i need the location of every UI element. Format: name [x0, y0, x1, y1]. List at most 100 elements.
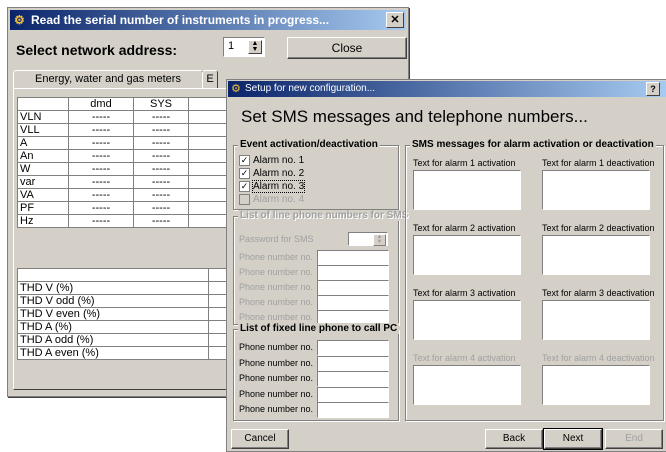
phone-number-label: Phone number no.: [239, 373, 314, 383]
checkbox-icon[interactable]: ✓: [239, 181, 250, 192]
dmd-cell: -----: [68, 123, 134, 137]
alarm-label: Alarm no. 3: [251, 180, 306, 194]
phone-number-field[interactable]: [317, 371, 389, 387]
sms-password-spinner[interactable]: 1 ▲▼: [348, 232, 388, 246]
fixed-phone-group-title: List of fixed line phone to call PC: [238, 323, 400, 334]
alarm-4-deactivation-label: Text for alarm 4 deactivation: [542, 353, 655, 363]
page-title: Set SMS messages and telephone numbers..…: [241, 107, 588, 126]
event-group-title: Event activation/deactivation: [238, 139, 380, 150]
alarm-checkbox-4[interactable]: Alarm no. 4: [239, 194, 304, 205]
back-button[interactable]: Back: [485, 429, 543, 449]
dmd-cell: -----: [68, 110, 134, 124]
setup-titlebar[interactable]: ⚙ Setup for new configuration... ?: [228, 81, 666, 97]
alarm-3-deactivation-text[interactable]: [542, 300, 650, 340]
phone-number-label: Phone number no.: [239, 342, 314, 352]
serial-read-title: Read the serial number of instruments in…: [31, 13, 330, 27]
checkbox-icon[interactable]: ✓: [239, 155, 250, 166]
event-group: Event activation/deactivation ✓ Alarm no.…: [233, 139, 399, 210]
setup-window: ⚙ Setup for new configuration... ? Set S…: [226, 79, 666, 452]
spin-arrows-icon[interactable]: ▲ ▼: [248, 40, 262, 54]
sys-cell: -----: [133, 188, 189, 202]
phone-number-field[interactable]: [317, 340, 389, 356]
alarm-3-deactivation-label: Text for alarm 3 deactivation: [542, 288, 655, 298]
sys-cell: -----: [133, 110, 189, 124]
thd-label-cell: THD V odd (%): [17, 294, 209, 308]
sys-cell: -----: [133, 149, 189, 163]
table-header-cell: [17, 97, 69, 111]
alarm-label: Alarm no. 2: [253, 168, 305, 180]
dmd-cell: -----: [68, 149, 134, 163]
dmd-cell: -----: [68, 214, 134, 228]
alarm-1-deactivation-label: Text for alarm 1 deactivation: [542, 158, 655, 168]
cancel-button[interactable]: Cancel: [231, 429, 289, 449]
sys-cell: -----: [133, 123, 189, 137]
line-phone-group: List of line phone numbers for SMS Passw…: [233, 210, 411, 326]
alarm-2-activation-label: Text for alarm 2 activation: [413, 223, 516, 233]
close-icon[interactable]: ✕: [386, 12, 404, 28]
address-value: 1: [228, 40, 235, 52]
tab-energy-meters[interactable]: Energy, water and gas meters: [13, 70, 203, 89]
setup-icon: ⚙: [231, 83, 241, 95]
alarm-label: Alarm no. 1: [253, 155, 305, 167]
next-button[interactable]: Next: [543, 428, 603, 450]
thd-label-cell: THD A odd (%): [17, 333, 209, 347]
alarm-label: Alarm no. 4: [253, 194, 305, 206]
table-header-cell: dmd: [68, 97, 134, 111]
row-label-cell: A: [17, 136, 69, 150]
sms-messages-group: SMS messages for alarm activation or dea…: [405, 139, 664, 421]
phone-number-field[interactable]: [317, 402, 389, 418]
thd-label-cell: THD A even (%): [17, 346, 209, 360]
alarm-checkbox-1[interactable]: ✓ Alarm no. 1: [239, 155, 304, 166]
dmd-cell: -----: [68, 188, 134, 202]
row-label-cell: VLN: [17, 110, 69, 124]
phone-number-field[interactable]: [317, 265, 389, 281]
alarm-1-activation-text[interactable]: [413, 170, 521, 210]
tab-second[interactable]: E: [202, 70, 218, 89]
row-label-cell: var: [17, 175, 69, 189]
thd-label-cell: THD V even (%): [17, 307, 209, 321]
thd-label-cell: THD V (%): [17, 281, 209, 295]
address-spinner[interactable]: 1 ▲ ▼: [223, 37, 265, 57]
phone-number-label: Phone number no.: [239, 267, 314, 277]
alarm-1-deactivation-text[interactable]: [542, 170, 650, 210]
alarm-4-deactivation-text[interactable]: [542, 365, 650, 405]
alarm-4-activation-text[interactable]: [413, 365, 521, 405]
checkbox-icon[interactable]: ✓: [239, 168, 250, 179]
alarm-checkbox-2[interactable]: ✓ Alarm no. 2: [239, 168, 304, 179]
close-button[interactable]: Close: [287, 37, 407, 59]
sys-cell: -----: [133, 175, 189, 189]
alarm-2-deactivation-label: Text for alarm 2 deactivation: [542, 223, 655, 233]
row-label-cell: VLL: [17, 123, 69, 137]
row-label-cell: PF: [17, 201, 69, 215]
checkbox-icon[interactable]: [239, 194, 250, 205]
phone-number-field[interactable]: [317, 386, 389, 403]
alarm-1-activation-label: Text for alarm 1 activation: [413, 158, 516, 168]
dmd-cell: -----: [68, 136, 134, 150]
table-header-cell: SYS: [133, 97, 189, 111]
phone-number-label: Phone number no.: [239, 297, 314, 307]
thd-label-cell: THD A (%): [17, 320, 209, 334]
row-label-cell: VA: [17, 188, 69, 202]
dmd-cell: -----: [68, 201, 134, 215]
row-label-cell: Hz: [17, 214, 69, 228]
sms-password-label: Password for SMS: [239, 234, 314, 244]
alarm-3-activation-text[interactable]: [413, 300, 521, 340]
sms-messages-group-title: SMS messages for alarm activation or dea…: [410, 139, 656, 150]
phone-number-label: Phone number no.: [239, 404, 314, 414]
alarm-2-deactivation-text[interactable]: [542, 235, 650, 275]
row-label-cell: An: [17, 149, 69, 163]
alarm-4-activation-label: Text for alarm 4 activation: [413, 353, 516, 363]
help-icon[interactable]: ?: [646, 82, 660, 96]
phone-number-field[interactable]: [317, 280, 389, 296]
alarm-2-activation-text[interactable]: [413, 235, 521, 275]
phone-number-field[interactable]: [317, 250, 389, 266]
phone-number-label: Phone number no.: [239, 282, 314, 292]
end-button[interactable]: End: [605, 429, 663, 449]
sys-cell: -----: [133, 136, 189, 150]
spin-arrows-icon[interactable]: ▲ ▼: [373, 234, 386, 246]
serial-read-titlebar[interactable]: ⚙ Read the serial number of instruments …: [10, 10, 406, 30]
phone-number-field[interactable]: [317, 295, 389, 311]
alarm-checkbox-3[interactable]: ✓ Alarm no. 3: [239, 180, 306, 194]
address-label: Select network address:: [16, 42, 178, 58]
phone-number-field[interactable]: [317, 355, 389, 372]
